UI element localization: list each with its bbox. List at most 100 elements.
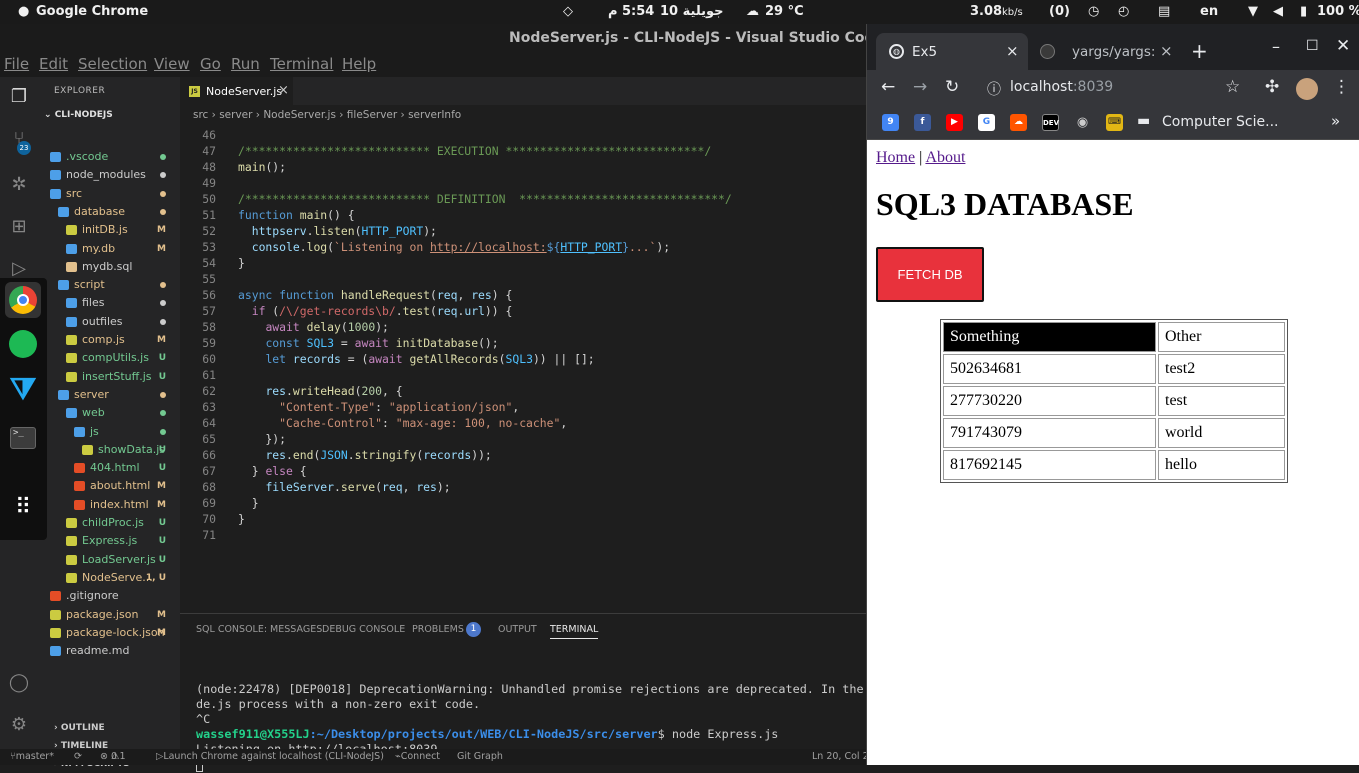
close-window-icon[interactable]: ✕ xyxy=(1336,36,1350,56)
bookmark-folder[interactable]: Computer Scie... xyxy=(1162,114,1278,130)
more-bookmarks-icon[interactable]: » xyxy=(1331,112,1340,130)
tree-item[interactable]: server xyxy=(38,386,180,404)
reload-icon[interactable]: ↻ xyxy=(945,77,959,97)
maximize-icon[interactable]: ☐ xyxy=(1306,38,1319,54)
spotify-launcher[interactable] xyxy=(5,326,41,362)
tree-item[interactable]: initDB.js M xyxy=(38,221,180,239)
tree-item[interactable]: insertStuff.js U xyxy=(38,368,180,386)
tab-problems[interactable]: PROBLEMS xyxy=(412,624,464,635)
tree-item[interactable]: my.db M xyxy=(38,240,180,258)
tree-item[interactable]: web xyxy=(38,404,180,422)
project-root[interactable]: ⌄ CLI-NODEJS xyxy=(44,110,113,120)
tree-item[interactable]: .gitignore xyxy=(38,587,180,605)
nav-about-link[interactable]: About xyxy=(925,149,965,166)
wifi-icon[interactable]: ▼ xyxy=(1248,4,1258,19)
calendar-bookmark-icon[interactable]: 9 xyxy=(882,114,899,131)
fetch-db-button[interactable]: FETCH DB xyxy=(876,247,984,302)
sync-icon[interactable]: ⟳ xyxy=(74,749,82,765)
notification-count[interactable]: (0) xyxy=(1049,4,1070,19)
info-icon[interactable]: ⓘ xyxy=(987,79,1001,99)
menu-view[interactable]: View xyxy=(154,55,190,73)
account-icon[interactable]: ◯ xyxy=(7,671,31,695)
tree-item[interactable]: mydb.sql xyxy=(38,258,180,276)
show-apps-launcher[interactable]: ⠿ xyxy=(5,490,41,526)
dev-bookmark-icon[interactable]: DEV xyxy=(1042,114,1059,131)
tree-item[interactable]: readme.md xyxy=(38,642,180,660)
tree-item[interactable]: LoadServer.js U xyxy=(38,551,180,569)
menu-run[interactable]: Run xyxy=(231,55,260,73)
soundcloud-bookmark-icon[interactable]: ☁ xyxy=(1010,114,1027,131)
settings-gear-icon[interactable]: ⚙ xyxy=(7,713,31,737)
back-icon[interactable]: ← xyxy=(881,77,895,97)
clipboard-icon[interactable]: ▤ xyxy=(1158,4,1170,19)
branch-status[interactable]: ⑂ master* xyxy=(10,749,54,765)
bookmark-star-icon[interactable]: ☆ xyxy=(1225,77,1240,97)
tree-item[interactable]: .vscode xyxy=(38,148,180,166)
new-tab-icon[interactable]: + xyxy=(1191,39,1208,63)
close-tab-icon[interactable]: × xyxy=(1006,42,1019,60)
close-tab-icon[interactable]: × xyxy=(1160,42,1173,60)
date[interactable]: 10 جويلية xyxy=(660,4,724,19)
problems-status[interactable]: ⊗ 0 ⚠ 1 xyxy=(100,749,126,765)
debug-icon[interactable]: ✲ xyxy=(7,173,31,197)
battery-icon[interactable]: ▮ xyxy=(1300,4,1307,19)
github-bookmark-icon[interactable]: ◉ xyxy=(1074,114,1091,131)
minimize-icon[interactable]: – xyxy=(1272,37,1280,56)
tree-item[interactable]: outfiles xyxy=(38,313,180,331)
tab-yargs[interactable]: yargs/yargs: × xyxy=(1030,33,1178,70)
tree-item[interactable]: NodeServe... 1, U xyxy=(38,569,180,587)
tree-item[interactable]: files xyxy=(38,294,180,312)
tree-item[interactable]: Express.js U xyxy=(38,532,180,550)
tree-item[interactable]: showData.js U xyxy=(38,441,180,459)
connect-status[interactable]: ⌁ Connect xyxy=(395,749,440,765)
tab-ex5[interactable]: ◍ Ex5 × xyxy=(876,33,1028,70)
tree-item[interactable]: about.html M xyxy=(38,477,180,495)
google-bookmark-icon[interactable]: G xyxy=(978,114,995,131)
tree-item[interactable]: package.json M xyxy=(38,606,180,624)
clock[interactable]: 5:54 xyxy=(622,4,654,19)
tree-item[interactable]: database xyxy=(38,203,180,221)
weather[interactable]: 29 °C xyxy=(765,4,804,19)
menu-kebab-icon[interactable]: ⋮ xyxy=(1333,77,1350,97)
launch-config[interactable]: ▷ Launch Chrome against localhost (CLI-N… xyxy=(156,749,384,765)
menu-edit[interactable]: Edit xyxy=(39,55,68,73)
tree-item[interactable]: script xyxy=(38,276,180,294)
menu-help[interactable]: Help xyxy=(342,55,376,73)
git-graph-status[interactable]: Git Graph xyxy=(457,749,503,765)
address-bar[interactable]: localhost:8039 xyxy=(1010,79,1113,95)
menu-terminal[interactable]: Terminal xyxy=(270,55,333,73)
alarm-icon[interactable]: ◴ xyxy=(1118,4,1129,19)
tree-item[interactable]: index.html M xyxy=(38,496,180,514)
tab-debug-console[interactable]: DEBUG CONSOLE xyxy=(322,624,405,635)
extensions-puzzle-icon[interactable]: ✣ xyxy=(1265,77,1279,97)
code-editor[interactable]: 46 47/*************************** EXECUT… xyxy=(180,125,866,613)
tab-output[interactable]: OUTPUT xyxy=(498,624,537,635)
forward-icon[interactable]: → xyxy=(913,77,927,97)
chrome-launcher[interactable] xyxy=(5,282,41,318)
tree-item[interactable]: package-lock.json M xyxy=(38,624,180,642)
terminal-launcher[interactable]: >_ xyxy=(5,420,41,456)
active-app-name[interactable]: Google Chrome xyxy=(36,4,148,19)
volume-icon[interactable]: ◀ xyxy=(1273,4,1283,19)
menu-file[interactable]: File xyxy=(4,55,29,73)
menu-selection[interactable]: Selection xyxy=(78,55,147,73)
tree-item[interactable]: 404.html U xyxy=(38,459,180,477)
facebook-bookmark-icon[interactable]: f xyxy=(914,114,931,131)
breadcrumb[interactable]: src › server › NodeServer.js › fileServe… xyxy=(180,105,866,125)
typing-bookmark-icon[interactable]: ⌨ xyxy=(1106,114,1123,131)
nav-home-link[interactable]: Home xyxy=(876,149,915,166)
tree-item[interactable]: compUtils.js U xyxy=(38,349,180,367)
tree-item[interactable]: js xyxy=(38,423,180,441)
keyboard-language[interactable]: en xyxy=(1200,4,1218,19)
explorer-icon[interactable]: ❐ xyxy=(7,85,31,109)
tree-item[interactable]: node_modules xyxy=(38,166,180,184)
profile-avatar[interactable] xyxy=(1296,78,1318,100)
tree-item[interactable]: comp.js M xyxy=(38,331,180,349)
youtube-bookmark-icon[interactable]: ▶ xyxy=(946,114,963,131)
tree-item[interactable]: childProc.js U xyxy=(38,514,180,532)
tab-sql-console[interactable]: SQL CONSOLE: MESSAGES xyxy=(196,624,322,635)
tab-terminal[interactable]: TERMINAL xyxy=(550,624,599,639)
timer-icon[interactable]: ◷ xyxy=(1088,4,1099,19)
cursor-position[interactable]: Ln 20, Col 2 xyxy=(812,749,869,765)
close-tab-icon[interactable]: × xyxy=(278,83,289,98)
